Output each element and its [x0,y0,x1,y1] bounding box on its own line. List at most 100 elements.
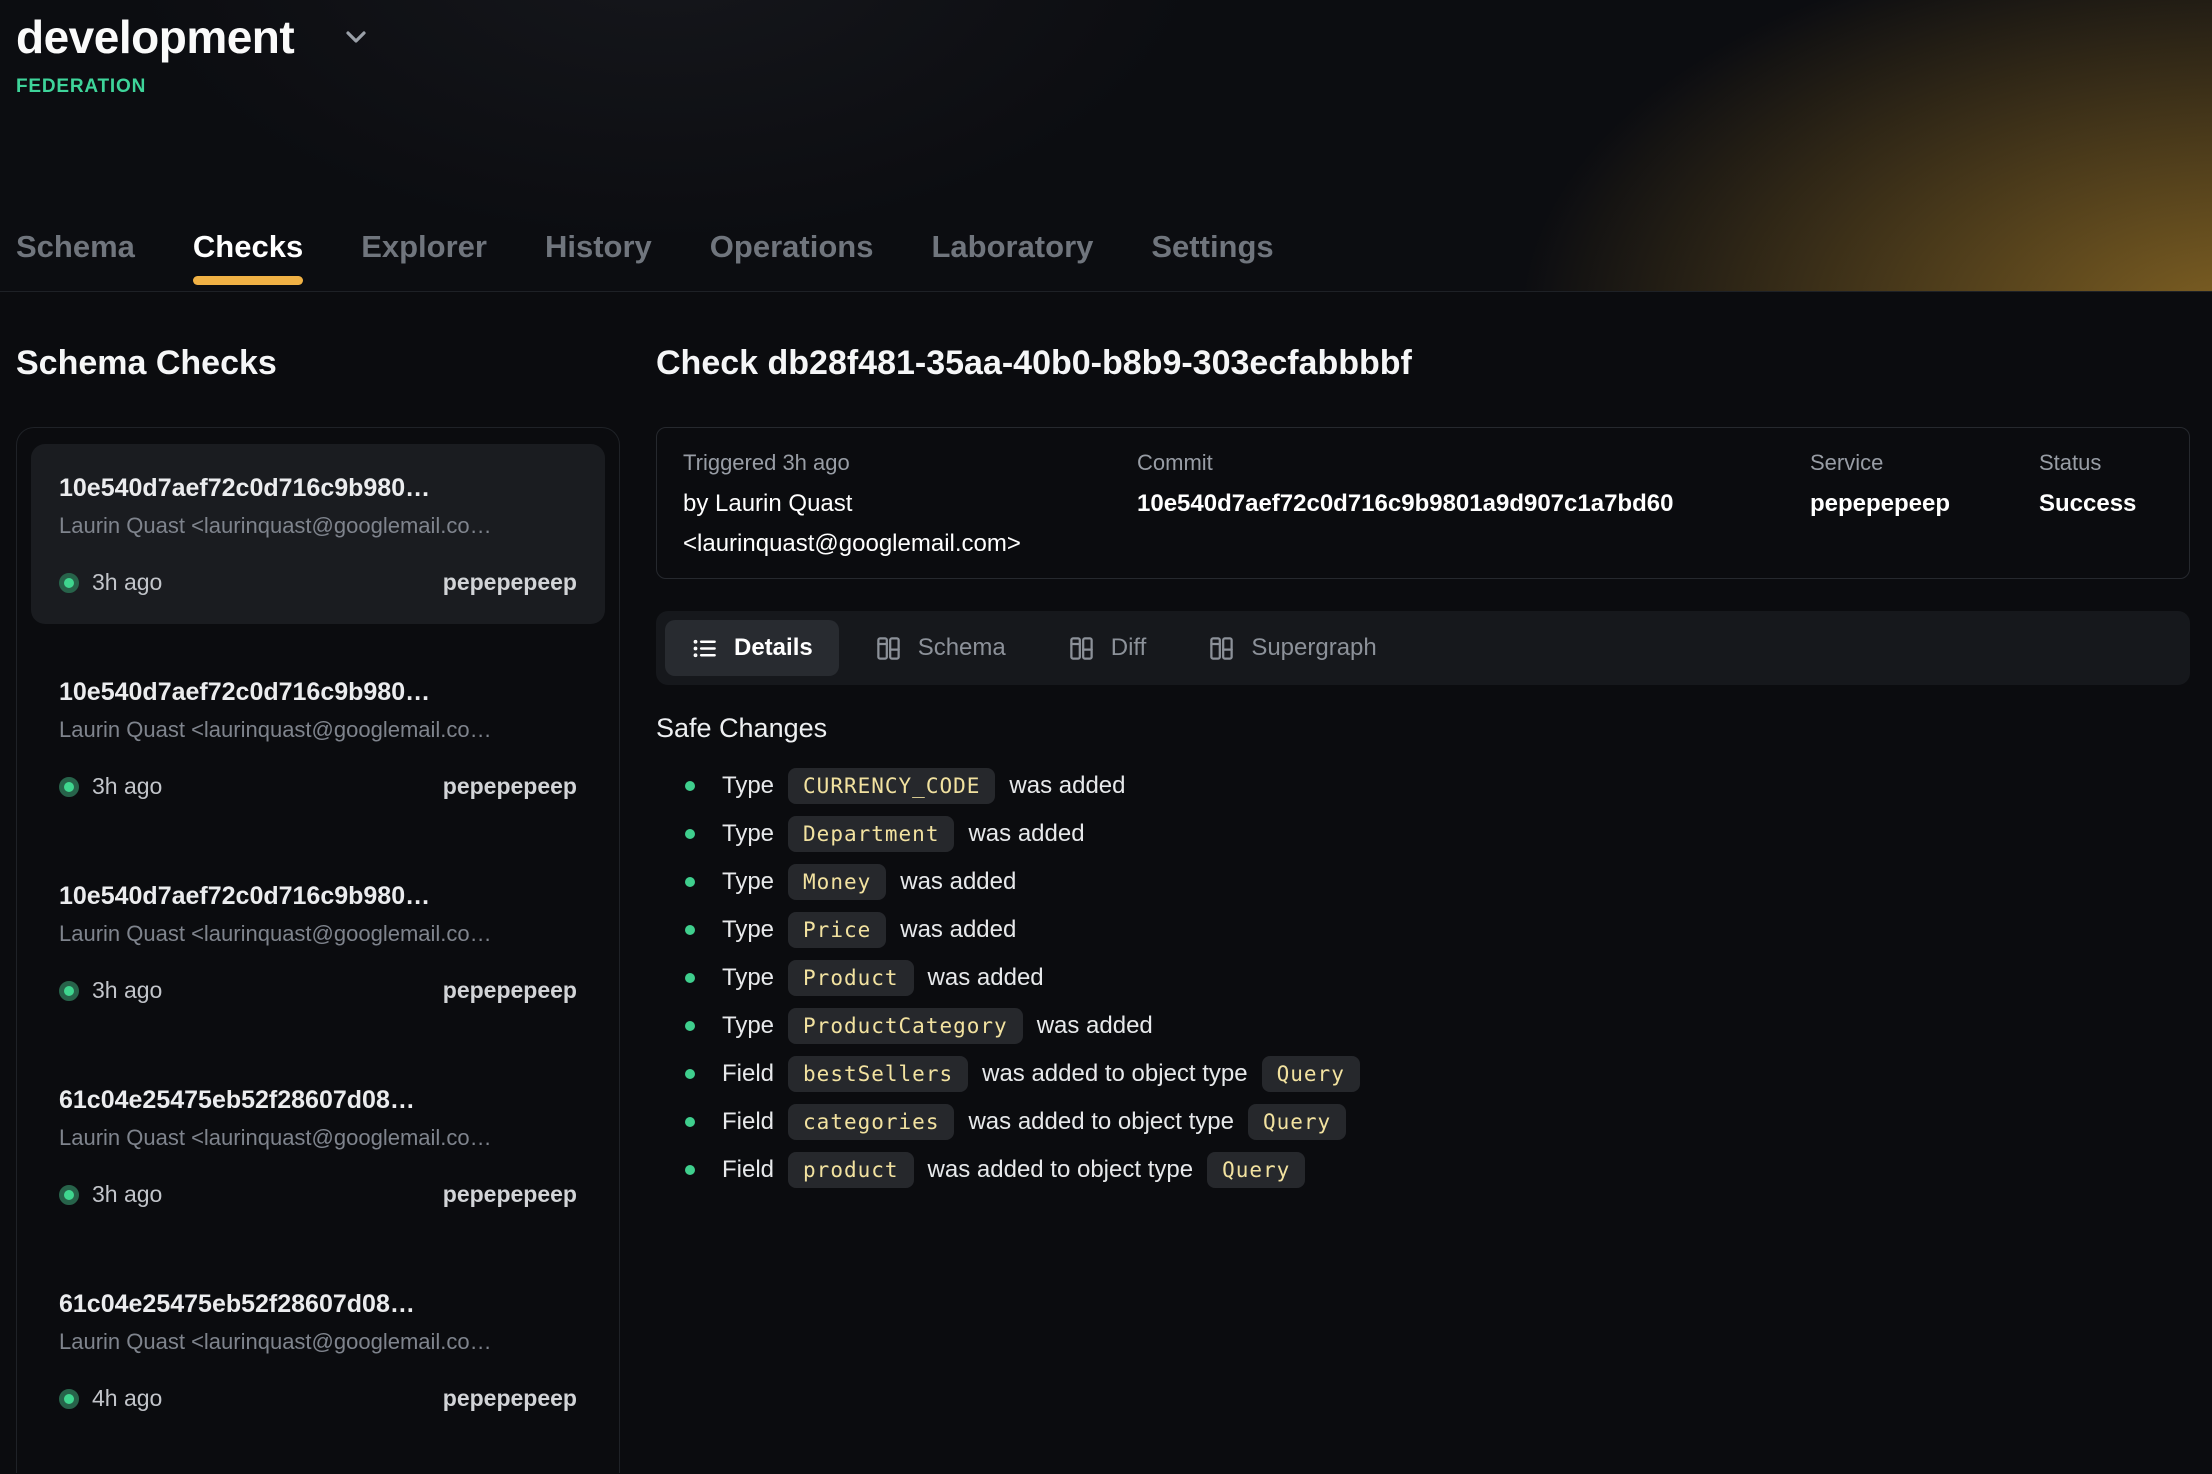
check-author: Laurin Quast <laurinquast@googlemail.co… [59,1125,577,1151]
federation-badge: FEDERATION [16,76,2196,98]
check-list-item[interactable]: 10e540d7aef72c0d716c9b980… Laurin Quast … [31,444,605,624]
safe-changes-title: Safe Changes [656,713,2190,744]
status-cell: Status Success [2039,450,2163,564]
page-title: development [16,10,294,64]
checks-list-panel: 10e540d7aef72c0d716c9b980… Laurin Quast … [16,427,620,1473]
check-hash: 10e540d7aef72c0d716c9b980… [59,474,577,503]
check-detail-title: Check db28f481-35aa-40b0-b8b9-303ecfabbb… [656,344,2190,383]
check-hash: 61c04e25475eb52f28607d08… [59,1290,577,1319]
check-author: Laurin Quast <laurinquast@googlemail.co… [59,717,577,743]
change-row: Type Price was added [656,906,2190,953]
check-meta-row: 3h ago pepepepeep [59,569,577,596]
change-suffix: was added [928,964,1044,992]
view-tab-schema[interactable]: Schema [849,620,1032,676]
bullet-dot-icon [685,925,695,935]
view-tab-label: Supergraph [1251,634,1376,662]
change-code: Price [788,912,886,948]
view-tab-supergraph[interactable]: Supergraph [1182,620,1402,676]
tab-settings[interactable]: Settings [1151,229,1273,291]
check-author: Laurin Quast <laurinquast@googlemail.co… [59,921,577,947]
check-author: Laurin Quast <laurinquast@googlemail.co… [59,1329,577,1355]
change-code: Product [788,960,914,996]
change-row: Type ProductCategory was added [656,1002,2190,1049]
change-row: Type Money was added [656,858,2190,905]
change-code-secondary: Query [1207,1152,1305,1188]
bullet-dot-icon [685,1069,695,1079]
change-prefix: Type [722,1012,774,1040]
change-code-secondary: Query [1262,1056,1360,1092]
check-list-item[interactable]: 61c04e25475eb52f28607d08… Laurin Quast <… [31,1260,605,1440]
change-code: CURRENCY_CODE [788,768,995,804]
change-suffix: was added [1037,1012,1153,1040]
change-row: Field bestSellers was added to object ty… [656,1050,2190,1097]
tab-laboratory[interactable]: Laboratory [931,229,1093,291]
triggered-cell: Triggered 3h ago by Laurin Quast <laurin… [683,450,1123,564]
list-icon [691,635,718,662]
commit-label: Commit [1137,450,1796,476]
tab-schema[interactable]: Schema [16,229,135,291]
chevron-down-icon[interactable] [340,21,372,53]
change-suffix: was added to object type [928,1156,1194,1184]
change-row: Type Product was added [656,954,2190,1001]
bullet-dot-icon [685,1117,695,1127]
bullet-dot-icon [685,1021,695,1031]
change-code: product [788,1152,914,1188]
service-label: Service [1810,450,2025,476]
tab-checks[interactable]: Checks [193,229,303,291]
change-prefix: Type [722,868,774,896]
change-code: categories [788,1104,954,1140]
status-label: Status [2039,450,2163,476]
triggered-label: Triggered 3h ago [683,450,1123,476]
success-dot-icon [59,1185,79,1205]
check-list-item[interactable]: 61c04e25475eb52f28607d08… Laurin Quast <… [31,1056,605,1236]
check-meta-row: 3h ago pepepepeep [59,977,577,1004]
change-prefix: Field [722,1156,774,1184]
bullet-dot-icon [685,877,695,887]
check-service: pepepepeep [443,1385,577,1412]
check-hash: 10e540d7aef72c0d716c9b980… [59,882,577,911]
view-tab-details[interactable]: Details [665,620,839,676]
sidebar-title: Schema Checks [16,344,620,383]
check-service: pepepepeep [443,569,577,596]
check-summary-box: Triggered 3h ago by Laurin Quast <laurin… [656,427,2190,579]
view-tab-label: Schema [918,634,1006,662]
check-detail-main: Check db28f481-35aa-40b0-b8b9-303ecfabbb… [656,292,2190,1473]
tab-explorer[interactable]: Explorer [361,229,487,291]
change-row: Type Department was added [656,810,2190,857]
change-row: Type CURRENCY_CODE was added [656,762,2190,809]
status-value: Success [2039,484,2163,524]
commit-cell: Commit 10e540d7aef72c0d716c9b9801a9d907c… [1137,450,1796,564]
app-header: development FEDERATION Schema Checks Exp… [0,0,2212,292]
change-suffix: was added [1009,772,1125,800]
check-hash: 61c04e25475eb52f28607d08… [59,1086,577,1115]
schema-checks-sidebar: Schema Checks 10e540d7aef72c0d716c9b980…… [16,292,620,1473]
check-time: 3h ago [92,1181,162,1208]
change-prefix: Type [722,964,774,992]
project-title-row: development [16,10,2196,64]
tab-operations[interactable]: Operations [710,229,874,291]
check-meta-row: 3h ago pepepepeep [59,1181,577,1208]
change-prefix: Field [722,1060,774,1088]
change-suffix: was added [968,820,1084,848]
change-suffix: was added to object type [968,1108,1234,1136]
content-area: Schema Checks 10e540d7aef72c0d716c9b980…… [0,292,2212,1473]
success-dot-icon [59,981,79,1001]
safe-changes-list: Type CURRENCY_CODE was added Type Depart… [656,762,2190,1194]
view-tab-label: Details [734,634,813,662]
success-dot-icon [59,777,79,797]
columns-icon [1208,635,1235,662]
change-code-secondary: Query [1248,1104,1346,1140]
change-code: ProductCategory [788,1008,1023,1044]
commit-value: 10e540d7aef72c0d716c9b9801a9d907c1a7bd60 [1137,484,1796,524]
check-view-tabs: Details Schema Diff Supergraph [656,611,2190,685]
check-author: Laurin Quast <laurinquast@googlemail.co… [59,513,577,539]
check-time: 4h ago [92,1385,162,1412]
change-prefix: Type [722,916,774,944]
change-suffix: was added to object type [982,1060,1248,1088]
check-list-item[interactable]: 10e540d7aef72c0d716c9b980… Laurin Quast … [31,852,605,1032]
tab-history[interactable]: History [545,229,652,291]
check-list-item[interactable]: 10e540d7aef72c0d716c9b980… Laurin Quast … [31,648,605,828]
check-time: 3h ago [92,773,162,800]
check-time: 3h ago [92,977,162,1004]
view-tab-diff[interactable]: Diff [1042,620,1173,676]
